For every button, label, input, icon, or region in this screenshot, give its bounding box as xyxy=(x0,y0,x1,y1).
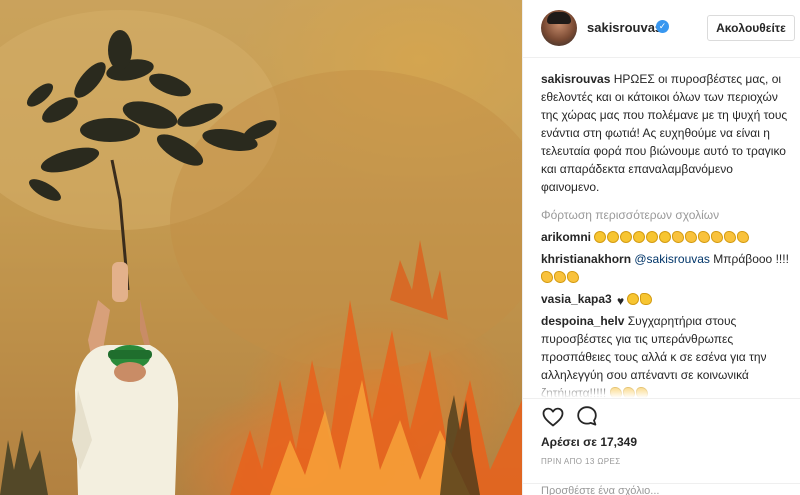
comment-bubble-icon[interactable] xyxy=(575,404,599,428)
load-more-comments-link[interactable]: Φόρτωση περισσότερων σχολίων xyxy=(541,206,791,224)
crying-face-emoji-icon xyxy=(659,231,672,243)
comment-text: Μπράβοοο !!!! xyxy=(713,252,789,266)
crying-face-emoji-icon xyxy=(594,231,607,243)
clapping-hands-emoji-icon xyxy=(541,271,553,283)
author-username[interactable]: sakisrouvas xyxy=(587,20,662,35)
post-timestamp[interactable]: ΠΡΙΝ ΑΠΟ 13 ΩΡΕΣ xyxy=(541,457,621,466)
avatar-hair xyxy=(547,12,571,24)
add-comment-input[interactable]: Προσθέστε ένα σχόλιο... xyxy=(523,483,800,495)
comment-mention-link[interactable]: @sakisrouvas xyxy=(634,252,710,266)
flexed-biceps-emoji-icon xyxy=(640,293,653,305)
avatar[interactable] xyxy=(541,10,577,46)
crying-face-emoji-icon xyxy=(607,231,620,243)
crying-face-emoji-icon xyxy=(620,231,633,243)
post-header: sakisrouvas ✓ Ακολουθείτε xyxy=(523,0,800,58)
comment-username[interactable]: arikomni xyxy=(541,230,591,244)
crying-face-emoji-icon xyxy=(633,231,646,243)
crying-face-emoji-icon xyxy=(646,231,659,243)
comment-item: vasia_kapa3 ♥ xyxy=(541,290,791,308)
post-photo[interactable] xyxy=(0,0,522,495)
comment-emojis xyxy=(541,270,580,284)
comment-username[interactable]: khristianakhorn xyxy=(541,252,631,266)
clapping-hands-emoji-icon xyxy=(724,231,737,243)
caption-text: ΗΡΩΕΣ οι πυροσβέστες μας, οι εθελοντές κ… xyxy=(541,72,788,194)
clapping-hands-emoji-icon xyxy=(567,271,579,283)
caption-username[interactable]: sakisrouvas xyxy=(541,72,610,86)
post-caption: sakisrouvas ΗΡΩΕΣ οι πυροσβέστες μας, οι… xyxy=(541,70,791,196)
post-side-panel: sakisrouvas ✓ Ακολουθείτε sakisrouvas ΗΡ… xyxy=(523,0,800,495)
like-heart-icon[interactable] xyxy=(541,405,565,429)
black-heart-emoji-icon: ♥ xyxy=(617,294,625,308)
clapping-hands-emoji-icon xyxy=(554,271,566,283)
verified-badge-icon: ✓ xyxy=(656,20,669,33)
comment-emojis: ♥ xyxy=(615,292,653,308)
clapping-hands-emoji-icon xyxy=(711,231,724,243)
post-actions: Αρέσει σε 17,349 ΠΡΙΝ ΑΠΟ 13 ΩΡΕΣ Προσθέ… xyxy=(523,398,800,495)
heart-outline-icon xyxy=(542,407,564,427)
likes-count[interactable]: Αρέσει σε 17,349 xyxy=(541,435,637,449)
speech-bubble-icon xyxy=(577,406,597,426)
crying-face-emoji-icon xyxy=(627,293,640,305)
wildfire-scene xyxy=(0,0,522,495)
clapping-hands-emoji-icon xyxy=(672,231,685,243)
clapping-hands-emoji-icon xyxy=(698,231,711,243)
comment-username[interactable]: despoina_helv xyxy=(541,314,624,328)
comment-username[interactable]: vasia_kapa3 xyxy=(541,292,612,306)
comment-item: arikomni xyxy=(541,228,791,246)
following-button[interactable]: Ακολουθείτε xyxy=(707,15,795,41)
comment-emojis xyxy=(594,230,750,244)
comment-item: khristianakhorn @sakisrouvas Μπράβοοο !!… xyxy=(541,250,791,286)
clapping-hands-emoji-icon xyxy=(737,231,750,243)
comments-fade xyxy=(523,380,800,398)
clapping-hands-emoji-icon xyxy=(685,231,698,243)
comments-section: sakisrouvas ΗΡΩΕΣ οι πυροσβέστες μας, οι… xyxy=(541,70,791,402)
